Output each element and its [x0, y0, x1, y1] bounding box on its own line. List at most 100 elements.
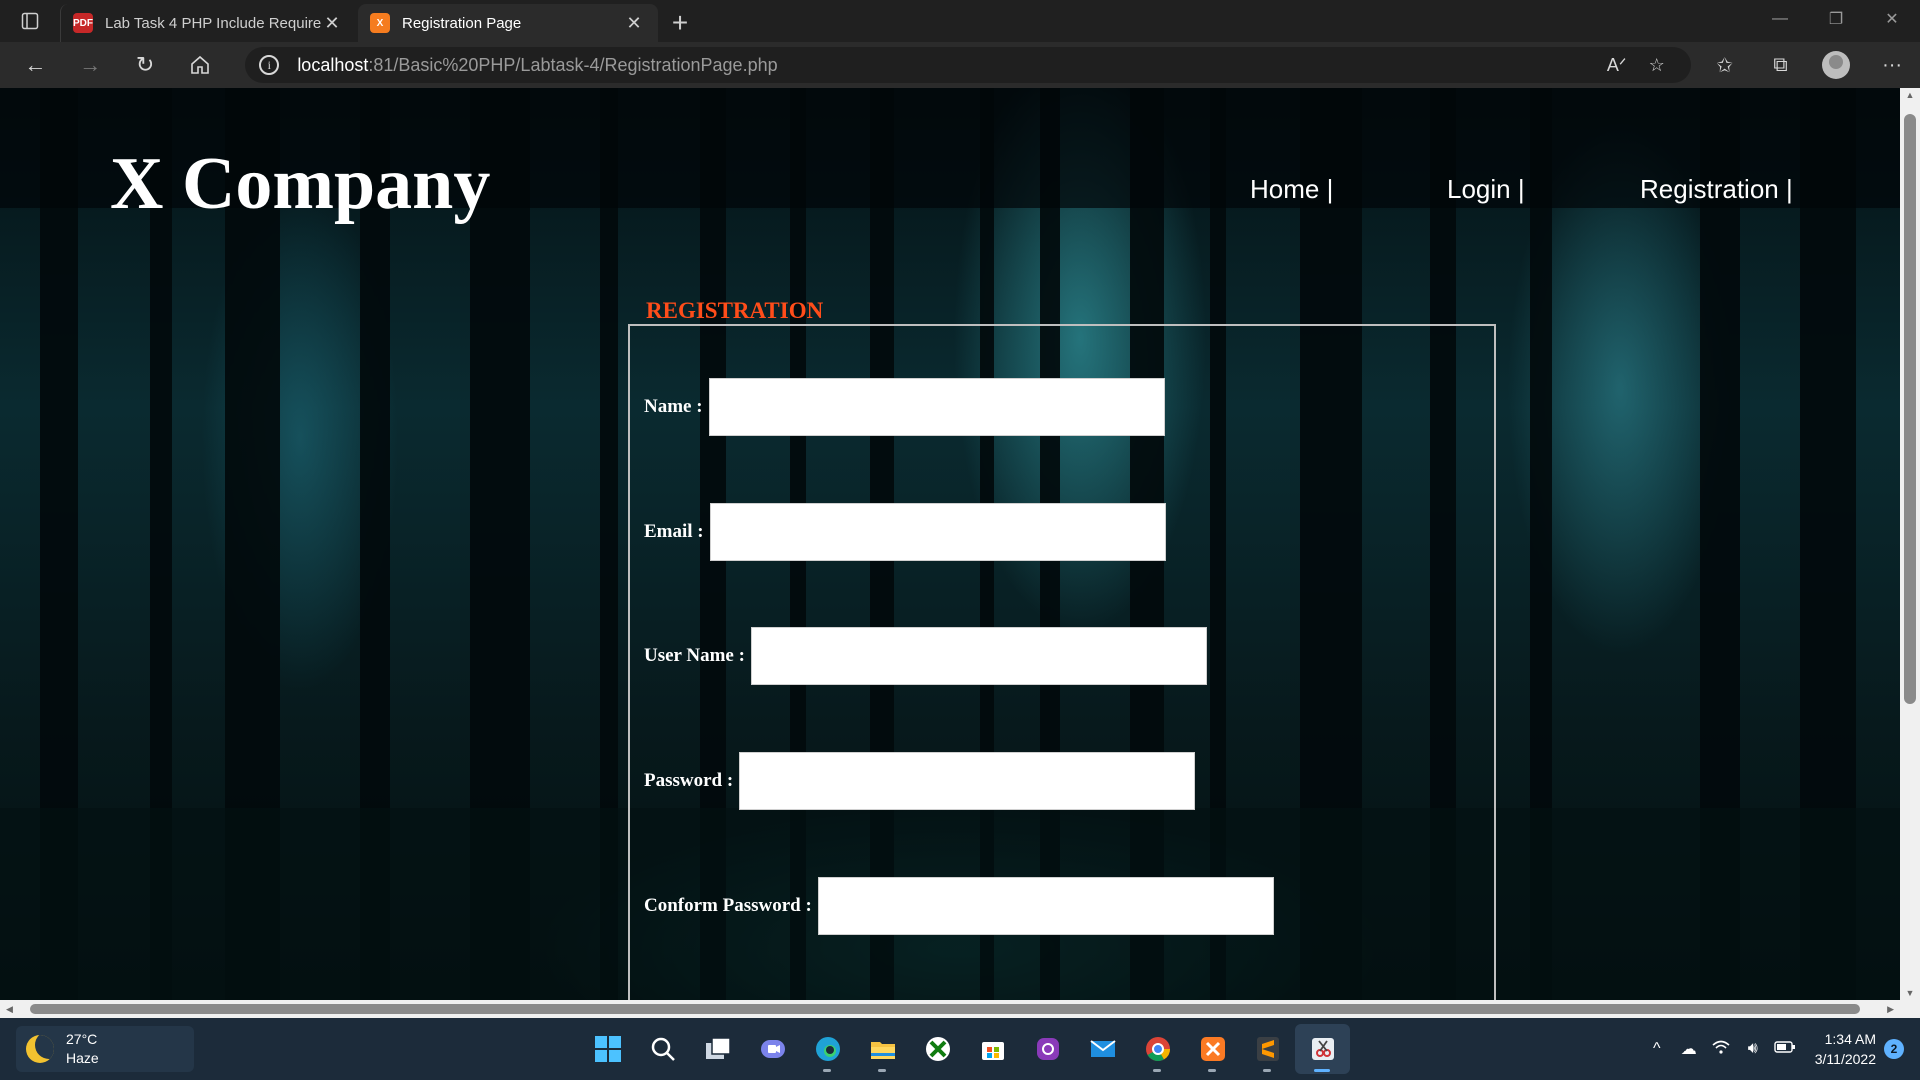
tab-close-icon[interactable]: ✕ — [322, 13, 342, 34]
search-button[interactable] — [635, 1024, 690, 1074]
edge-button[interactable] — [800, 1024, 855, 1074]
scroll-up-icon[interactable]: ▲ — [1900, 90, 1920, 100]
refresh-button[interactable]: ↻ — [118, 42, 173, 88]
browser-toolbar: ← → ↻ i localhost:81/Basic%20PHP/Labtask… — [0, 42, 1920, 88]
password-input[interactable] — [739, 752, 1196, 810]
weather-temperature: 27°C — [66, 1031, 98, 1047]
sublime-text-icon — [1256, 1037, 1279, 1061]
password-row: Password : — [644, 752, 1196, 810]
teams-chat-button[interactable] — [745, 1024, 800, 1074]
weather-widget[interactable]: 27°C Haze — [16, 1026, 194, 1072]
email-label: Email : — [644, 521, 704, 542]
back-button[interactable]: ← — [8, 42, 63, 88]
microsoft-store-icon — [981, 1042, 1004, 1060]
arrow-right-icon: → — [79, 52, 102, 77]
page-viewport: X Company Home | Login | Registration | … — [0, 88, 1900, 1000]
clock[interactable]: 1:34 AM 3/11/2022 — [1815, 1029, 1876, 1069]
add-favorite-icon[interactable]: ☆ — [1637, 55, 1677, 76]
nav-login-link[interactable]: Login | — [1447, 174, 1525, 205]
horizontal-scrollbar[interactable]: ◀ ▶ — [0, 1000, 1900, 1018]
running-indicator — [1153, 1069, 1161, 1072]
show-hidden-icons-icon[interactable]: ^ — [1641, 1040, 1673, 1058]
nav-home-link[interactable]: Home | — [1250, 174, 1333, 205]
clock-time: 1:34 AM — [1824, 1031, 1876, 1047]
file-explorer-button[interactable] — [855, 1024, 910, 1074]
vertical-scroll-thumb[interactable] — [1904, 114, 1916, 704]
edge-icon — [815, 1037, 840, 1061]
vertical-scrollbar[interactable]: ▲ ▼ — [1900, 88, 1920, 1000]
notification-badge[interactable]: 2 — [1884, 1039, 1904, 1059]
running-indicator — [1208, 1069, 1216, 1072]
tab-lab-task[interactable]: PDF Lab Task 4 PHP Include Require v ✕ — [60, 4, 356, 42]
read-aloud-icon[interactable]: Aᐟ — [1597, 55, 1637, 76]
maximize-button[interactable]: ❐ — [1808, 0, 1864, 38]
refresh-icon: ↻ — [135, 52, 155, 77]
confirm-password-row: Conform Password : — [644, 877, 1274, 935]
scroll-left-icon[interactable]: ◀ — [6, 1000, 13, 1018]
forward-button[interactable]: → — [63, 42, 118, 88]
xbox-icon — [925, 1037, 950, 1061]
home-button[interactable] — [172, 42, 227, 88]
wifi-icon[interactable] — [1705, 1040, 1737, 1059]
xampp-icon — [1200, 1037, 1225, 1061]
name-input[interactable] — [708, 378, 1165, 436]
avatar — [1822, 51, 1851, 79]
instagram-button[interactable] — [1020, 1024, 1075, 1074]
chrome-button[interactable] — [1130, 1024, 1185, 1074]
file-explorer-icon — [870, 1042, 895, 1059]
tab-registration-page[interactable]: X Registration Page ✕ — [358, 4, 658, 42]
profile-button[interactable] — [1808, 42, 1864, 88]
close-window-button[interactable]: ✕ — [1864, 0, 1920, 38]
home-icon — [191, 55, 209, 74]
password-label: Password : — [644, 770, 734, 791]
address-bar[interactable]: i localhost:81/Basic%20PHP/Labtask-4/Reg… — [245, 47, 1691, 83]
username-input[interactable] — [750, 627, 1207, 685]
name-row: Name : — [644, 378, 1165, 436]
scroll-right-icon[interactable]: ▶ — [1887, 1000, 1894, 1018]
moon-icon — [26, 1035, 54, 1063]
onedrive-icon[interactable]: ☁ — [1673, 1039, 1705, 1059]
username-row: User Name : — [644, 627, 1207, 685]
new-tab-button[interactable]: + — [660, 4, 700, 42]
volume-icon[interactable]: 🔊︎ — [1737, 1040, 1769, 1058]
snipping-tool-icon — [1311, 1038, 1334, 1060]
running-indicator — [1263, 1069, 1271, 1072]
minimize-button[interactable]: — — [1752, 0, 1808, 38]
tab-title: Registration Page — [402, 14, 522, 32]
snipping-tool-button[interactable] — [1295, 1024, 1350, 1074]
horizontal-scroll-thumb[interactable] — [30, 1004, 1860, 1014]
xampp-icon: X — [370, 13, 390, 33]
settings-menu-button[interactable]: ··· — [1864, 42, 1920, 88]
registration-legend: REGISTRATION — [646, 298, 824, 323]
confirm-password-input[interactable] — [817, 877, 1274, 935]
favorites-button[interactable]: ✩ — [1697, 42, 1753, 88]
sublime-text-button[interactable] — [1240, 1024, 1295, 1074]
tab-actions-button[interactable] — [0, 0, 60, 42]
mail-icon — [1089, 1040, 1116, 1057]
weather-description: Haze — [66, 1050, 99, 1066]
xbox-button[interactable] — [910, 1024, 965, 1074]
site-info-icon[interactable]: i — [259, 55, 280, 75]
scroll-down-icon[interactable]: ▼ — [1900, 988, 1920, 998]
browser-tab-strip: PDF Lab Task 4 PHP Include Require v ✕ X… — [0, 0, 1920, 42]
nav-registration-link[interactable]: Registration | — [1640, 174, 1793, 205]
pdf-icon: PDF — [73, 13, 93, 33]
tab-close-icon[interactable]: ✕ — [624, 13, 644, 34]
battery-icon[interactable] — [1769, 1040, 1801, 1058]
teams-chat-icon — [760, 1040, 785, 1058]
xampp-button[interactable] — [1185, 1024, 1240, 1074]
tab-actions-icon — [21, 12, 39, 30]
microsoft-store-button[interactable] — [965, 1024, 1020, 1074]
task-view-button[interactable] — [690, 1024, 745, 1074]
instagram-icon — [1036, 1038, 1059, 1060]
taskbar-apps — [580, 1024, 1350, 1074]
start-button[interactable] — [580, 1024, 635, 1074]
collections-button[interactable]: ⧉ — [1753, 42, 1809, 88]
mail-button[interactable] — [1075, 1024, 1130, 1074]
running-indicator — [878, 1069, 886, 1072]
running-indicator — [1314, 1069, 1330, 1072]
url-host: localhost — [297, 54, 369, 75]
name-label: Name : — [644, 396, 703, 417]
email-input[interactable] — [709, 503, 1166, 561]
plus-icon: + — [671, 7, 689, 38]
